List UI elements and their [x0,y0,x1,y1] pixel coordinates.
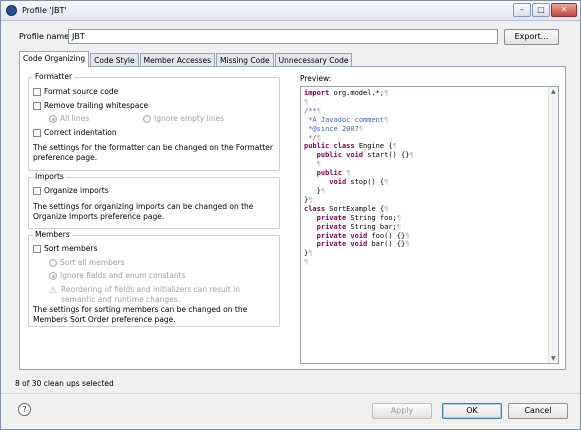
members-group: Members Sort members Sort all members Ig… [28,230,280,327]
organize-imports-option[interactable]: Organize imports [33,186,109,195]
correct-indent-checkbox[interactable] [33,128,41,137]
export-button[interactable]: Export... [504,29,559,45]
sort-all-option[interactable]: Sort all members [49,258,125,267]
members-note: The settings for sorting members can be … [33,305,248,324]
code-line: void stop() {¶ [329,178,389,187]
maximize-button[interactable]: □ [532,3,550,17]
correct-indent-label: Correct indentation [44,128,117,137]
footer-divider [1,393,580,394]
profile-dialog: Profile 'JBT' – □ ✕ Profile name: JBT Ex… [0,0,581,430]
warning-icon: ⚠ [49,286,58,296]
format-source-checkbox[interactable] [33,87,41,96]
remove-trailing-checkbox[interactable] [33,101,41,110]
apply-button[interactable]: Apply [372,403,432,419]
code-line: public ¶ [316,169,351,178]
code-line: public class Engine {¶ [304,142,397,151]
preview-pane: import org.model.*;¶ ¶/**¶ *A Javadoc com… [300,86,559,364]
sort-members-option[interactable]: Sort members [33,244,97,253]
formatter-group: Formatter Format source code Remove trai… [28,72,280,171]
sort-all-radio[interactable] [49,258,57,267]
code-line: *A Javadoc comment¶ [308,115,389,124]
scroll-down-icon[interactable]: ▼ [551,355,556,362]
code-line: private void foo() {}¶ [316,231,410,240]
tab-code-organizing[interactable]: Code Organizing [19,51,90,67]
code-line: import org.model.*;¶ [304,89,389,97]
all-lines-option[interactable]: All lines [49,114,89,123]
window-title: Profile 'JBT' [22,6,67,15]
sort-members-label: Sort members [44,244,98,253]
organize-imports-checkbox[interactable] [33,186,41,195]
preview-code: import org.model.*;¶ ¶/**¶ *A Javadoc com… [304,89,414,267]
imports-title: Imports [33,172,66,181]
imports-note: The settings for organizing imports can … [33,202,254,221]
ignore-fields-radio[interactable] [49,271,57,280]
code-line: class SortExample {¶ [304,204,389,213]
ignore-fields-option[interactable]: Ignore fields and enum constants [49,271,186,280]
tab-panel: Formatter Format source code Remove trai… [19,66,566,370]
close-button[interactable]: ✕ [551,3,577,17]
ignore-empty-radio[interactable] [143,114,151,123]
preview-scrollbar[interactable]: ▲ ▼ [548,87,558,363]
correct-indent-option[interactable]: Correct indentation [33,128,117,137]
sort-members-checkbox[interactable] [33,244,41,253]
code-line: private String bar;¶ [316,222,401,231]
tab-unnecessary-code[interactable]: Unnecessary Code [274,53,353,67]
reorder-warning: Reordering of fields and initializers ca… [61,285,240,304]
profile-name-label: Profile name: [19,32,72,41]
code-line: private String foo;¶ [316,213,401,222]
code-line: ¶ [316,160,321,169]
remove-trailing-option[interactable]: Remove trailing whitespace [33,101,148,110]
ignore-fields-label: Ignore fields and enum constants [60,271,186,280]
code-line: *@since 2007¶ [308,124,364,133]
title-bar: Profile 'JBT' – □ ✕ [1,1,580,21]
formatter-title: Formatter [33,72,75,81]
imports-group: Imports Organize imports The settings fo… [28,172,280,229]
tab-missing-code[interactable]: Missing Code [216,53,274,67]
ok-button[interactable]: OK [442,403,502,419]
code-line: }¶ [316,186,326,195]
format-source-label: Format source code [44,87,119,96]
app-icon [6,5,17,16]
code-line: private void bar() {}¶ [316,240,410,249]
code-line: }¶ [304,249,313,258]
help-icon[interactable]: ? [18,403,31,416]
organize-imports-label: Organize imports [44,186,109,195]
scroll-up-icon[interactable]: ▲ [551,88,556,95]
minimize-button[interactable]: – [513,3,531,17]
code-line: /**¶ [304,106,321,115]
code-line: */¶ [308,133,321,142]
code-line: ¶ [304,258,309,267]
format-source-option[interactable]: Format source code [33,87,118,96]
all-lines-radio[interactable] [49,114,57,123]
remove-trailing-label: Remove trailing whitespace [44,101,149,110]
ignore-empty-label: Ignore empty lines [154,114,225,123]
profile-name-input[interactable]: JBT [68,29,498,44]
code-line: public void start() {}¶ [316,151,414,160]
tab-bar: Code Organizing Code Style Member Access… [19,51,353,67]
tab-member-accesses[interactable]: Member Accesses [139,53,216,67]
code-line: ¶ [304,97,309,106]
cancel-button[interactable]: Cancel [508,403,568,419]
preview-label: Preview: [300,74,332,83]
sort-all-label: Sort all members [60,258,125,267]
members-title: Members [33,230,72,239]
status-text: 8 of 30 clean ups selected [15,379,114,388]
all-lines-label: All lines [60,114,90,123]
ignore-empty-option[interactable]: Ignore empty lines [143,114,224,123]
tab-code-style[interactable]: Code Style [90,53,139,67]
formatter-note: The settings for the formatter can be ch… [33,143,273,162]
code-line: }¶ [304,195,313,204]
